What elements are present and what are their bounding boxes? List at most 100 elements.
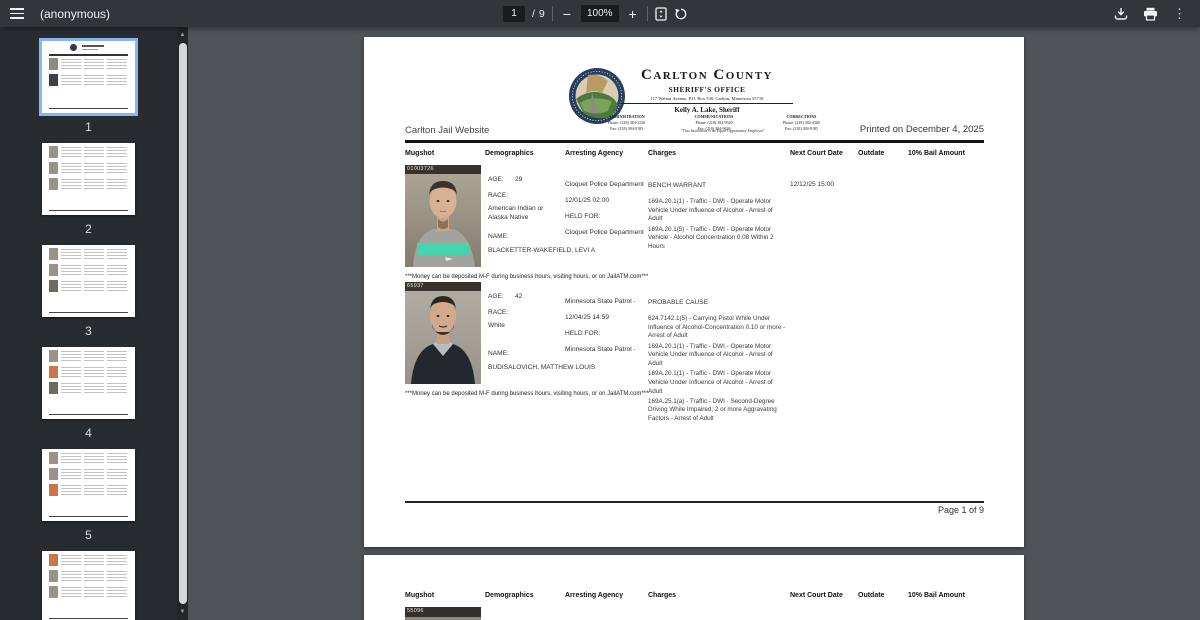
inmate-record: 01003726 AGE: 29 RACE: American Indian o… <box>405 163 984 269</box>
zoom-out-button[interactable]: − <box>560 5 574 23</box>
mugshot: 65937 <box>405 282 481 384</box>
thumbnail-record-row <box>49 146 130 158</box>
booking-number: 01003726 <box>405 165 481 174</box>
race-value: White <box>488 322 505 329</box>
name-label: NAME: <box>488 233 509 240</box>
letterhead-sheriff-name: Kelly A. Lake, Sheriff <box>674 105 740 114</box>
column-header-arresting-agency: Arresting Agency <box>565 592 624 599</box>
mugshot-photo <box>405 282 481 384</box>
thumbnail-record-row <box>49 58 130 70</box>
pdf-page-1: Carlton County SHERIFF'S OFFICE 117 Waln… <box>364 37 1024 547</box>
column-header-outdate: Outdate <box>858 592 885 599</box>
page-thumbnail-5[interactable]: 5 <box>42 449 135 542</box>
page-thumbnail-3[interactable]: 3 <box>42 245 135 338</box>
race-value: American Indian or Alaska Native <box>488 205 544 221</box>
menu-button[interactable] <box>0 0 34 27</box>
download-button[interactable] <box>1114 7 1128 21</box>
pdf-page-2: Mugshot Demographics Arresting Agency Ch… <box>364 555 1024 620</box>
page-count: / 9 <box>532 7 545 20</box>
fit-page-button[interactable] <box>655 6 667 21</box>
name-label: NAME: <box>488 350 509 357</box>
printed-on-date: Printed on December 4, 2025 <box>859 124 984 135</box>
print-icon <box>1144 7 1157 21</box>
arresting-agency: Cloquet Police Department <box>565 181 644 188</box>
arresting-agency: Minnesota State Patrol - <box>565 298 636 305</box>
zoom-level[interactable]: 100% <box>580 5 619 22</box>
mugshot: 55096 <box>405 607 481 620</box>
thumbnail-page-number: 2 <box>85 222 92 236</box>
age-label: AGE: <box>488 176 504 183</box>
thumbnail-sidebar: 1 2 3 4 5 6 ▲ ▼ <box>0 27 188 620</box>
thumbnail-record-row <box>49 74 130 86</box>
column-header-charges: Charges <box>648 592 677 599</box>
column-header-outdate: Outdate <box>858 150 885 157</box>
charges-list: BENCH WARRANT 169A.20.1(1) - Traffic - D… <box>648 181 788 253</box>
thumbnail-record-row <box>49 350 130 362</box>
more-options-icon: ⋮ <box>1173 5 1186 21</box>
thumbnail-record-row <box>49 280 130 292</box>
column-header-next-court-date: Next Court Date <box>790 592 843 599</box>
column-header-mugshot: Mugshot <box>405 592 435 599</box>
thumbnail-page-preview[interactable] <box>42 143 135 215</box>
download-icon <box>1114 7 1128 20</box>
charges-list: PROBABLE CAUSE 624.7142.1(5) - Carrying … <box>648 298 788 425</box>
more-options-button[interactable]: ⋮ <box>1173 6 1186 22</box>
column-header-bail: 10% Bail Amount <box>908 592 965 599</box>
race-label: RACE: <box>488 192 509 199</box>
document-title: (anonymous) <box>40 6 111 21</box>
page-thumbnail-2[interactable]: 2 <box>42 143 135 236</box>
charge-item: 169A.20.1(1) - Traffic - DWI - Operate M… <box>648 370 773 395</box>
column-header-charges: Charges <box>648 150 677 157</box>
page-number-input[interactable] <box>503 5 525 22</box>
letterhead: Carlton County SHERIFF'S OFFICE 117 Waln… <box>607 68 807 114</box>
page-thumbnail-4[interactable]: 4 <box>42 347 135 440</box>
thumbnail-page-preview[interactable] <box>42 347 135 419</box>
thumbnail-page-preview[interactable] <box>42 245 135 317</box>
inmate-record: 65937 AGE: 42 RACE: White NAME: BUDISALO… <box>405 280 984 422</box>
race-label: RACE: <box>488 309 509 316</box>
thumbnail-page-preview[interactable] <box>39 38 138 116</box>
letterhead-office: SHERIFF'S OFFICE <box>668 85 746 94</box>
thumbnail-record-row <box>49 586 130 598</box>
scroll-down-arrow-icon[interactable]: ▼ <box>177 609 188 615</box>
thumbnail-page-preview[interactable] <box>42 551 135 620</box>
header-rule <box>405 140 984 143</box>
toolbar-right: ⋮ <box>1114 0 1186 27</box>
zoom-in-button[interactable]: + <box>626 5 640 23</box>
toolbar-divider <box>551 6 553 21</box>
page-footer: Page 1 of 9 <box>937 505 984 515</box>
sidebar-scrollbar[interactable]: ▲ ▼ <box>177 27 188 620</box>
page-thumbnail-6[interactable]: 6 <box>42 551 135 620</box>
booking-datetime: 12/01/25 02:00 <box>565 197 609 204</box>
column-header-demographics: Demographics <box>485 592 534 599</box>
thumbnail-record-row <box>49 484 130 496</box>
booking-datetime: 12/04/25 14:59 <box>565 314 609 321</box>
column-header-next-court-date: Next Court Date <box>790 150 843 157</box>
scroll-up-arrow-icon[interactable]: ▲ <box>177 32 188 38</box>
column-header-mugshot: Mugshot <box>405 150 435 157</box>
mugshot-photo <box>405 165 481 267</box>
scrollbar-thumb[interactable] <box>178 43 187 604</box>
column-header-bail: 10% Bail Amount <box>908 150 965 157</box>
pdf-viewer-app: (anonymous) / 9 − 100% + <box>0 0 1200 620</box>
thumbnail-page-preview[interactable] <box>42 449 135 521</box>
letterhead-address: 117 Walnut Avenue, P.O. Box 530, Carlton… <box>621 96 793 104</box>
contact-administration: ADMINISTRATION Phone: (218) 384-3236 Fax… <box>608 114 646 131</box>
charge-type: PROBABLE CAUSE <box>648 299 709 306</box>
print-button[interactable] <box>1143 7 1158 21</box>
toolbar-divider <box>646 6 648 21</box>
site-label: Carlton Jail Website <box>405 125 490 136</box>
charge-item: 169A.20.1(1) - Traffic - DWI - Operate M… <box>648 198 773 223</box>
held-for-label: HELD FOR: <box>565 213 601 220</box>
thumbnail-list: 1 2 3 4 5 6 <box>0 27 177 620</box>
toolbar: (anonymous) / 9 − 100% + <box>0 0 1200 27</box>
page-thumbnail-1[interactable]: 1 <box>39 38 138 134</box>
deposit-note: ***Money can be deposited M-F during bus… <box>405 391 649 397</box>
thumbnail-record-row <box>49 570 130 582</box>
rotate-button[interactable] <box>674 7 688 21</box>
hamburger-icon <box>10 6 24 20</box>
thumbnail-record-row <box>49 554 130 566</box>
thumbnail-page-number: 5 <box>85 528 92 542</box>
document-viewer[interactable]: Carlton County SHERIFF'S OFFICE 117 Waln… <box>188 27 1200 620</box>
thumbnail-record-row <box>49 452 130 464</box>
